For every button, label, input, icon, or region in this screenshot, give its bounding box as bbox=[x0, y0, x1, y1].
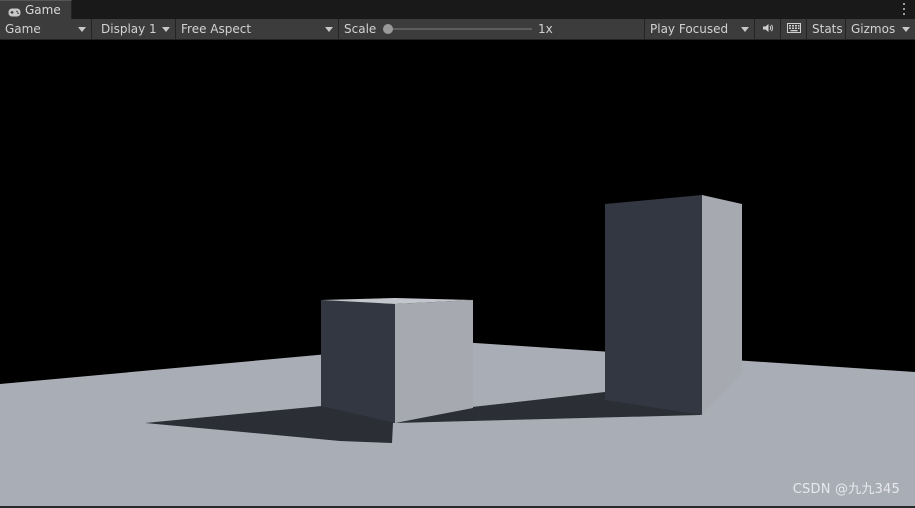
gizmos-button[interactable]: Gizmos bbox=[846, 19, 915, 39]
view-type-dropdown[interactable]: Game bbox=[0, 19, 92, 39]
game-view-toolbar: Game Display 1 Free Aspect Scale 1x Play… bbox=[0, 19, 915, 40]
scale-label: Scale bbox=[344, 22, 377, 36]
cube-left-face bbox=[321, 300, 395, 423]
tab-label: Game bbox=[25, 3, 61, 17]
tower-front-face bbox=[605, 195, 702, 415]
chevron-down-icon[interactable] bbox=[902, 27, 910, 32]
scale-slider-track[interactable] bbox=[388, 28, 532, 30]
display-label: Display 1 bbox=[101, 22, 157, 36]
aspect-label: Free Aspect bbox=[181, 22, 252, 36]
view-type-label: Game bbox=[5, 22, 41, 36]
aspect-dropdown[interactable]: Free Aspect bbox=[176, 19, 339, 39]
scale-value: 1x bbox=[538, 22, 553, 36]
chevron-down-icon bbox=[162, 27, 170, 32]
chevron-down-icon bbox=[325, 27, 333, 32]
speaker-icon bbox=[762, 22, 774, 36]
scale-slider-thumb[interactable] bbox=[383, 24, 393, 34]
editor-tab-bar: Game bbox=[0, 0, 915, 19]
display-dropdown[interactable]: Display 1 bbox=[92, 19, 176, 39]
play-mode-label: Play Focused bbox=[650, 22, 729, 36]
keyboard-shortcuts-button[interactable] bbox=[781, 19, 807, 39]
kebab-menu-icon[interactable] bbox=[901, 2, 907, 16]
cube-right-face bbox=[395, 300, 473, 423]
mute-audio-button[interactable] bbox=[755, 19, 781, 39]
stats-label: Stats bbox=[812, 22, 843, 36]
watermark-text: CSDN @九九345 bbox=[792, 482, 900, 497]
stats-button[interactable]: Stats bbox=[807, 19, 846, 39]
chevron-down-icon bbox=[78, 27, 86, 32]
gamepad-icon bbox=[8, 6, 21, 16]
game-viewport[interactable]: CSDN @九九345 bbox=[0, 40, 915, 506]
scene-render bbox=[0, 195, 915, 506]
gizmos-label: Gizmos bbox=[851, 22, 896, 36]
keyboard-icon bbox=[786, 22, 801, 36]
play-mode-dropdown[interactable]: Play Focused bbox=[645, 19, 755, 39]
chevron-down-icon bbox=[741, 27, 749, 32]
game-tab[interactable]: Game bbox=[0, 0, 72, 19]
